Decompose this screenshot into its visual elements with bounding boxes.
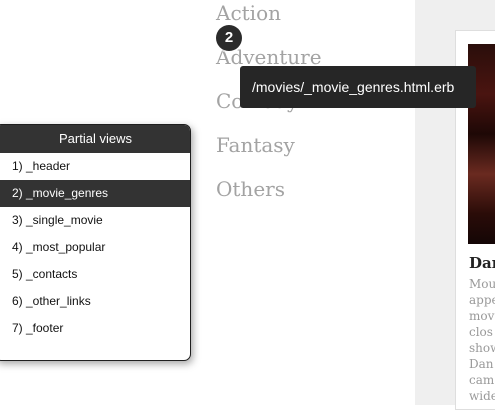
movie-description-line: show	[469, 341, 495, 355]
partial-item-contacts[interactable]: 5) _contacts	[0, 261, 190, 288]
movie-description-line: wide	[469, 389, 495, 403]
partial-item-movie-genres[interactable]: 2) _movie_genres	[0, 180, 190, 207]
partial-item-single-movie[interactable]: 3) _single_movie	[0, 207, 190, 234]
movie-description-line: Dan	[469, 357, 494, 371]
movie-description-line: Mou	[469, 277, 495, 291]
partial-views-panel: Partial views 1) _header 2) _movie_genre…	[0, 124, 191, 361]
step-number-badge: 2	[216, 25, 242, 51]
partial-item-header[interactable]: 1) _header	[0, 153, 190, 180]
partial-item-most-popular[interactable]: 4) _most_popular	[0, 234, 190, 261]
genre-link-others[interactable]: Others	[216, 177, 285, 201]
genre-link-fantasy[interactable]: Fantasy	[216, 133, 295, 157]
movie-description-line: cam	[469, 373, 495, 387]
partial-item-other-links[interactable]: 6) _other_links	[0, 288, 190, 315]
movie-description-line: appe	[469, 293, 495, 307]
movie-description: Mou appe mov clos show Dan cam wide	[469, 276, 495, 404]
genre-link-action[interactable]: Action	[216, 1, 281, 25]
movie-title[interactable]: Dan	[469, 254, 495, 272]
movie-description-line: clos	[469, 325, 493, 339]
partial-path-tooltip: /movies/_movie_genres.html.erb	[240, 66, 476, 108]
partial-views-list: 1) _header 2) _movie_genres 3) _single_m…	[0, 153, 190, 342]
partial-item-footer[interactable]: 7) _footer	[0, 315, 190, 342]
partial-views-title: Partial views	[0, 125, 190, 153]
movie-description-line: mov	[469, 309, 495, 323]
